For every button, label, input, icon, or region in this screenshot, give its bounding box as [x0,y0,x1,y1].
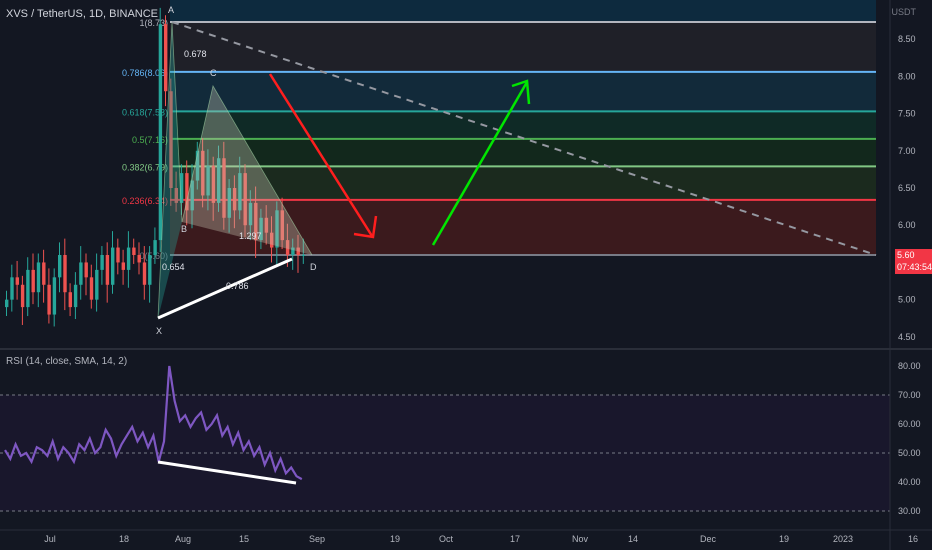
fib-zone-0786-0618 [170,73,876,111]
candle-body [73,284,78,308]
candle-body [111,247,115,285]
time-tick-label: 15 [239,534,249,544]
candle-body [10,277,14,300]
candle-body [5,299,9,308]
chart-canvas[interactable]: 1(8.73)0.786(8.06)0.618(7.53)0.5(7.16)0.… [0,0,932,550]
pattern-ratio-label: 0.654 [162,262,185,272]
price-axis[interactable]: 8.508.007.507.006.506.005.505.004.50 [898,34,916,342]
candle-body [105,255,110,285]
candle-body [148,255,152,285]
candle-body [52,277,57,315]
candle-body [26,269,30,308]
currency-label: USDT [891,7,917,17]
price-tick-label: 5.00 [898,295,916,305]
price-tick-label: 4.50 [898,332,916,342]
candle-body [137,255,141,263]
time-tick-label: Oct [439,534,454,544]
time-tick-label: Aug [175,534,191,544]
price-tick-label: 7.00 [898,146,916,156]
time-tick-label: 16 [908,534,918,544]
rsi-tick-label: 70.00 [898,390,921,400]
candle-body [121,262,125,270]
candle-body [142,262,147,285]
rsi-tick-label: 30.00 [898,506,921,516]
candle-body [116,247,120,263]
candle-body [63,255,67,293]
candle-body [301,255,306,256]
pattern-ratio-label: 0.786 [226,281,249,291]
candle-body [126,247,131,270]
time-tick-label: 19 [390,534,400,544]
candle-body [164,24,168,92]
rsi-tick-label: 80.00 [898,361,921,371]
candle-body [89,277,94,300]
time-tick-label: Dec [700,534,717,544]
time-tick-label: 18 [119,534,129,544]
pattern-point-c: C [210,68,217,78]
pattern-ratio-label: 0.678 [184,49,207,59]
price-tick-label: 8.00 [898,71,916,81]
pattern-point-d: D [310,262,317,272]
candle-body [47,284,51,315]
time-tick-label: 2023 [833,534,853,544]
candle-body [153,240,157,255]
candle-body [58,255,62,278]
time-tick-label: 19 [779,534,789,544]
time-tick-label: 17 [510,534,520,544]
fib-zone-1-0786 [170,22,876,73]
candle-body [79,262,83,285]
fib-label: 0.5(7.16) [132,135,168,145]
rsi-title[interactable]: RSI (14, close, SMA, 14, 2) [6,356,127,367]
pattern-ratio-label: 1.297 [239,231,262,241]
pattern-point-x: X [156,326,162,336]
price-tick-label: 7.50 [898,109,916,119]
price-tick-label: 8.50 [898,34,916,44]
rsi-tick-label: 40.00 [898,477,921,487]
candle-body [42,262,46,285]
time-tick-label: Jul [44,534,56,544]
pattern-point-b: B [181,224,187,234]
candle-body [95,269,99,300]
candle-body [132,247,136,255]
candle-body [158,24,163,241]
candle-body [68,292,72,308]
rsi-tick-label: 50.00 [898,448,921,458]
fib-zone-0618-05 [170,111,876,139]
rsi-tick-label: 60.00 [898,419,921,429]
candle-body [20,284,25,308]
fib-zone-above [170,0,876,22]
time-tick-label: Sep [309,534,325,544]
candle-body [84,262,88,278]
countdown-tag: 07:43:54 [895,261,932,274]
candle-body [100,255,104,270]
time-tick-label: Nov [572,534,589,544]
symbol-title[interactable]: XVS / TetherUS, 1D, BINANCE [6,8,158,20]
fib-zone-05-0382 [170,139,876,166]
price-tick-label: 6.50 [898,183,916,193]
candle-body [36,262,41,293]
pattern-point-a: A [168,5,174,15]
candle-body [31,269,35,293]
price-tick-label: 6.00 [898,220,916,230]
candle-body [15,277,19,285]
time-tick-label: 14 [628,534,638,544]
